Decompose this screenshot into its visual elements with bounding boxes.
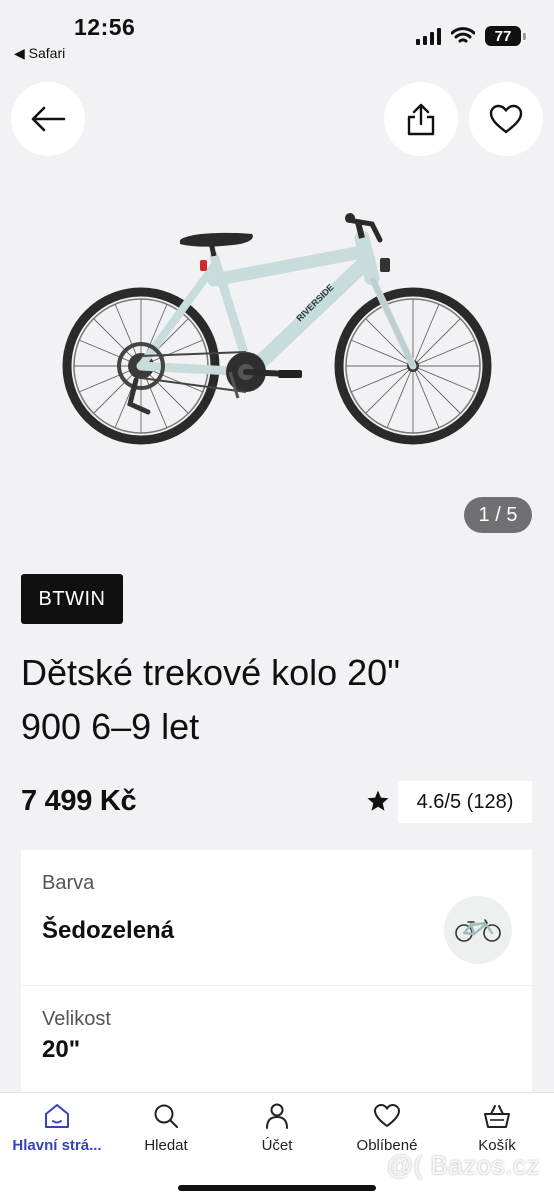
basket-icon: [484, 1105, 510, 1128]
rear-reflector: [200, 260, 207, 271]
back-to-safari-link[interactable]: ◀ Safari: [14, 45, 65, 62]
watermark: @( Bazos.cz: [386, 1150, 540, 1180]
tab-home[interactable]: Hlavní strá...: [2, 1103, 112, 1154]
product-price: 7 499 Kč: [21, 785, 137, 817]
battery-level: 77: [485, 26, 521, 46]
tab-search[interactable]: Hledat: [111, 1103, 221, 1154]
tab-account[interactable]: Účet: [222, 1103, 332, 1154]
product-title-line-1: Dětské trekové kolo 20": [21, 652, 400, 693]
share-button[interactable]: [384, 82, 458, 156]
color-value: Šedozelená: [42, 917, 175, 944]
share-icon: [407, 103, 435, 136]
tab-account-label: Účet: [261, 1137, 293, 1154]
saddle: [180, 232, 253, 247]
color-label: Barva: [42, 872, 95, 894]
brand-badge[interactable]: BTWIN: [21, 574, 123, 624]
tab-home-label: Hlavní strá...: [12, 1137, 102, 1154]
favorite-button[interactable]: [469, 82, 543, 156]
heart-icon: [489, 104, 523, 134]
signal-icon: [416, 27, 441, 45]
bike-thumbnail-icon: [455, 919, 501, 942]
status-time: 12:56: [74, 14, 136, 40]
home-icon: [45, 1104, 69, 1128]
product-title-line-2: 900 6–9 let: [21, 706, 200, 747]
person-icon: [266, 1103, 288, 1129]
size-value: 20": [42, 1036, 81, 1063]
tab-cart[interactable]: Košík: [442, 1103, 552, 1154]
arrow-left-icon: [31, 106, 66, 132]
product-image: RIVERSIDE: [62, 213, 492, 445]
gallery-pager: 1 / 5: [464, 497, 532, 533]
search-icon: [154, 1104, 178, 1128]
pedal: [278, 370, 302, 378]
heart-icon: [374, 1104, 400, 1127]
tab-search-label: Hledat: [144, 1137, 188, 1154]
wifi-icon: [451, 27, 475, 43]
star-icon: [367, 790, 389, 811]
tab-favorites[interactable]: Oblíbené: [332, 1103, 442, 1154]
product-image-gallery[interactable]: RIVERSIDE: [0, 160, 554, 540]
color-selector[interactable]: Barva Šedozelená: [21, 850, 532, 985]
color-swatch[interactable]: [444, 896, 512, 964]
status-icons: 77: [416, 26, 526, 46]
derailleur: [127, 377, 151, 415]
battery-icon: 77: [485, 26, 526, 46]
home-indicator: [178, 1185, 376, 1191]
product-title: Dětské trekové kolo 20" 900 6–9 let: [21, 646, 521, 754]
size-label: Velikost: [42, 1008, 111, 1030]
bottom-tab-bar: Hlavní strá... Hledat Účet Oblíbené Koší…: [0, 1092, 554, 1200]
size-selector[interactable]: Velikost 20": [21, 986, 532, 1096]
back-button[interactable]: [11, 82, 85, 156]
product-rating[interactable]: 4.6/5 (128): [398, 781, 532, 823]
status-bar: 12:56 ◀ Safari 77: [0, 0, 554, 70]
